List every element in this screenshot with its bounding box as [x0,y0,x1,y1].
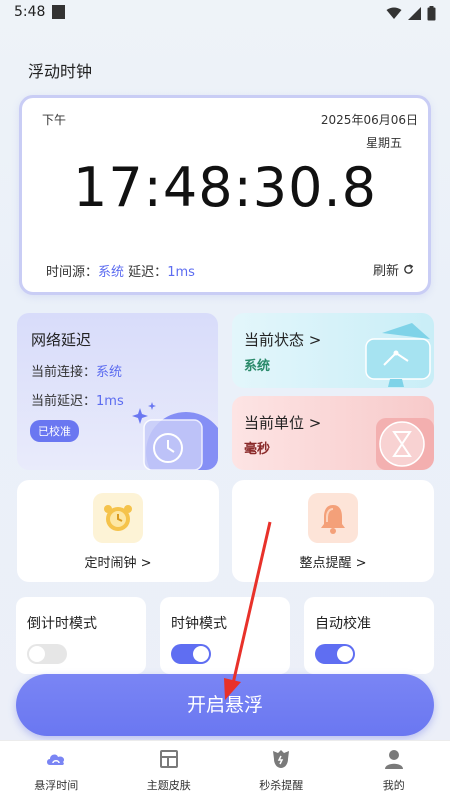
clock-card: 下午 2025年06月06日 星期五 17:48:30.8 时间源：系统 延迟：… [19,95,431,295]
monitor-icon [365,323,431,387]
timed-alarm-label: 定时闹钟 > [84,556,152,571]
countdown-mode-label: 倒计时模式 [27,616,97,632]
time-source-row: 时间源：系统 延迟：1ms [46,261,195,280]
notification-icon [52,5,65,19]
nav-item-float-time[interactable]: 悬浮时间 [0,741,113,800]
stopwatch-icon [132,402,218,470]
current-delay-value: 1ms [96,394,124,409]
source-value[interactable]: 系统 [98,265,124,280]
refresh-label: 刷新 [372,264,399,279]
countdown-mode-card: 倒计时模式 [16,597,146,674]
hourglass-icon [376,418,434,470]
calibrated-badge: 已校准 [30,420,79,442]
unit-title: 当前单位 > [244,414,322,432]
delay-row: 当前延迟：1ms [31,390,124,409]
delay-label: 延迟： [128,265,168,280]
auto-calibrate-card: 自动校准 [304,597,434,674]
nav-item-flash-sale-reminder[interactable]: 秒杀提醒 [225,741,338,800]
clock-mode-label: 时钟模式 [171,616,227,632]
auto-calibrate-toggle[interactable] [315,644,355,664]
layout-icon [159,750,178,768]
page-title: 浮动时钟 [28,62,93,81]
current-delay-label: 当前延迟： [31,394,97,409]
alarm-clock-icon [93,493,143,543]
ampm-label: 下午 [42,113,67,127]
signal-icon [408,7,421,20]
network-latency-card[interactable]: 网络延迟 当前连接：系统 当前延迟：1ms 已校准 [17,313,218,470]
connection-row: 当前连接：系统 [31,361,122,380]
wifi-icon [386,7,402,19]
refresh-button[interactable]: 刷新 [373,260,414,279]
toggle-knob [337,646,353,662]
refresh-icon [404,264,414,274]
user-icon [384,750,403,769]
source-label: 时间源： [46,265,99,280]
clock-time: 17:48:30.8 [72,156,378,219]
delay-value: 1ms [167,265,195,280]
date-label: 2025年06月06日 [320,113,418,127]
hourly-reminder-label: 整点提醒 > [299,556,367,571]
nav-item-theme-skin[interactable]: 主题皮肤 [113,741,226,800]
toggle-knob [29,646,45,662]
countdown-mode-toggle[interactable] [27,644,67,664]
connection-value: 系统 [96,365,123,380]
clock-mode-card: 时钟模式 [160,597,290,674]
unit-value: 毫秒 [244,442,271,457]
nav-label: 我的 [382,779,405,792]
enable-float-button[interactable]: 开启悬浮 [16,674,434,736]
bell-icon [308,493,358,543]
alarm-icon [273,750,290,768]
nav-label: 悬浮时间 [34,779,79,792]
connection-label: 当前连接： [31,365,97,380]
status-bar: 5:48 [0,0,450,26]
network-title: 网络延迟 [31,331,92,349]
status-icons [386,6,436,21]
current-unit-card[interactable]: 当前单位 > 毫秒 [232,396,434,470]
current-status-card[interactable]: 当前状态 > 系统 [232,313,434,388]
clock-mode-toggle[interactable] [171,644,211,664]
nav-item-mine[interactable]: 我的 [338,741,450,800]
status-time: 5:48 [14,4,46,20]
battery-icon [427,6,436,21]
status-value: 系统 [244,359,271,374]
cloud-icon [47,754,65,765]
nav-label: 主题皮肤 [146,779,191,792]
timed-alarm-card[interactable]: 定时闹钟 > [17,480,219,582]
bottom-nav: 悬浮时间 主题皮肤 秒杀提醒 我的 [0,740,450,800]
status-title: 当前状态 > [244,331,322,349]
weekday-label: 星期五 [365,136,402,150]
auto-calibrate-label: 自动校准 [315,616,371,632]
nav-label: 秒杀提醒 [259,779,304,792]
hourly-reminder-card[interactable]: 整点提醒 > [232,480,434,582]
toggle-knob [193,646,209,662]
